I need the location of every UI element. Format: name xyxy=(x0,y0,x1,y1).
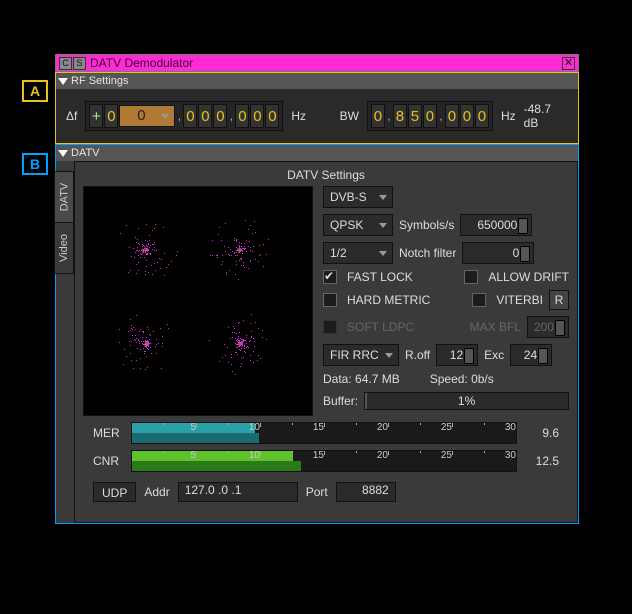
annotation-a: A xyxy=(22,80,48,102)
caret-down-icon xyxy=(58,150,68,157)
bw-control[interactable]: 0 , 8 5 0 , 0 0 0 xyxy=(367,101,493,131)
notch-input[interactable]: 0 xyxy=(462,242,534,264)
rf-panel: RF Settings Δf + 0 0 , 0 0 0 , 0 0 0 Hz … xyxy=(55,72,579,144)
cnr-value: 12.5 xyxy=(525,454,559,468)
data-readout: Data: 64.7 MB xyxy=(323,372,400,386)
freq-sign[interactable]: + xyxy=(89,104,103,128)
rf-header-label: RF Settings xyxy=(71,75,128,87)
mer-label: MER xyxy=(93,426,123,440)
port-input[interactable]: 8882 xyxy=(336,482,396,502)
fir-select[interactable]: FIR RRC xyxy=(323,344,399,366)
freq-offset-control[interactable]: + 0 0 , 0 0 0 , 0 0 0 xyxy=(85,101,283,131)
symbolrate-label: Symbols/s xyxy=(399,218,454,232)
port-label: Port xyxy=(306,485,328,499)
annotation-b: B xyxy=(22,153,48,175)
cnr-label: CNR xyxy=(93,454,123,468)
delta-f-label: Δf xyxy=(66,109,77,123)
rolloff-input[interactable]: 12 xyxy=(436,344,478,366)
datv-header-label: DATV xyxy=(71,147,100,159)
reset-button[interactable]: R xyxy=(549,290,569,310)
symbolrate-input[interactable]: 650000 xyxy=(460,214,532,236)
datv-panel-header[interactable]: DATV xyxy=(56,145,578,161)
allowdrift-checkbox[interactable] xyxy=(464,270,478,284)
datv-panel: DATV DATV Video DATV Settings + + + + xyxy=(55,144,579,524)
freq-unit: Hz xyxy=(291,109,306,123)
fec-select[interactable]: 1/2 xyxy=(323,242,393,264)
exc-label: Exc xyxy=(484,348,504,362)
window-title: DATV Demodulator xyxy=(87,56,562,70)
buffer-label: Buffer: xyxy=(323,394,358,408)
titlebar-btn-s[interactable]: S xyxy=(73,57,86,70)
bw-unit: Hz xyxy=(501,109,516,123)
buffer-progress: 1% xyxy=(364,392,569,410)
notch-label: Notch filter xyxy=(399,246,456,260)
hardmetric-checkbox[interactable] xyxy=(323,293,337,307)
settings-title: DATV Settings xyxy=(83,168,569,186)
softldpc-checkbox xyxy=(323,320,337,334)
datv-tab-content: DATV Settings + + + + DVB-S xyxy=(74,161,578,523)
addr-input[interactable]: 127.0 .0 .1 xyxy=(178,482,298,502)
tab-datv[interactable]: DATV xyxy=(54,171,74,223)
dvb-select[interactable]: DVB-S xyxy=(323,186,393,208)
datv-panel-body: DATV Video DATV Settings + + + + xyxy=(56,161,578,523)
tab-video[interactable]: Video xyxy=(54,222,74,274)
rf-panel-header[interactable]: RF Settings xyxy=(56,73,578,89)
mer-meter: 51015202530 xyxy=(131,422,517,444)
addr-label: Addr xyxy=(144,485,169,499)
exc-input[interactable]: 24 xyxy=(510,344,552,366)
mer-value: 9.6 xyxy=(525,426,559,440)
maxbfl-input: 200 xyxy=(527,316,569,338)
close-icon[interactable]: ✕ xyxy=(562,57,575,70)
caret-down-icon xyxy=(58,78,68,85)
rf-panel-body: Δf + 0 0 , 0 0 0 , 0 0 0 Hz BW 0 , 8 5 xyxy=(56,89,578,143)
demodulator-window: C S DATV Demodulator ✕ RF Settings Δf + … xyxy=(55,54,579,524)
power-readout: -48.7 dB xyxy=(524,102,568,130)
settings-column: DVB-S QPSK Symbols/s 650000 1/2 Notch fi… xyxy=(323,186,569,416)
udp-row: UDP Addr 127.0 .0 .1 Port 8882 xyxy=(83,478,569,512)
bw-label: BW xyxy=(340,109,359,123)
meters-section: MER 51015202530 9.6 CNR 51015202530 xyxy=(83,416,569,472)
fastlock-checkbox[interactable] xyxy=(323,270,337,284)
viterbi-checkbox[interactable] xyxy=(472,293,486,307)
constellation-display: + + + + xyxy=(83,186,313,416)
modulation-select[interactable]: QPSK xyxy=(323,214,393,236)
titlebar-btn-c[interactable]: C xyxy=(59,57,72,70)
rolloff-label: R.off xyxy=(405,348,430,362)
side-tabs: DATV Video xyxy=(54,171,74,273)
udp-button[interactable]: UDP xyxy=(93,482,136,502)
cnr-meter: 51015202530 xyxy=(131,450,517,472)
titlebar[interactable]: C S DATV Demodulator ✕ xyxy=(55,54,579,72)
speed-readout: Speed: 0b/s xyxy=(430,372,494,386)
